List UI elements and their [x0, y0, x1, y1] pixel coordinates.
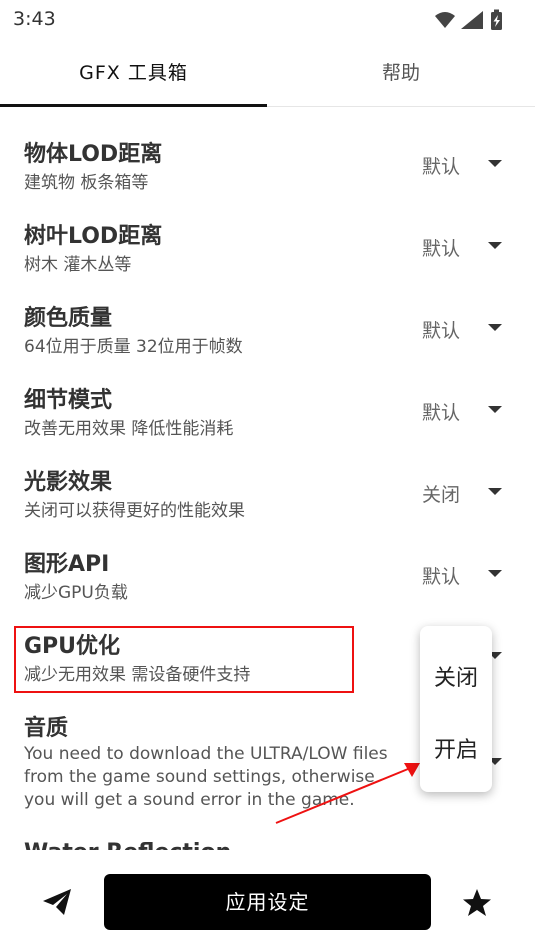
dropdown-arrow-icon[interactable]	[488, 160, 502, 167]
setting-detail-mode[interactable]: 细节模式 改善无用效果 降低性能消耗 默认	[0, 382, 535, 452]
dropdown-arrow-icon[interactable]	[488, 406, 502, 413]
setting-foliage-lod[interactable]: 树叶LOD距离 树木 灌木丛等 默认	[0, 218, 535, 288]
bottom-bar: 应用设定	[0, 850, 535, 951]
setting-value[interactable]: 默认	[422, 562, 460, 589]
dropdown-menu: 关闭 开启	[420, 626, 492, 792]
dropdown-arrow-icon[interactable]	[488, 488, 502, 495]
star-icon[interactable]	[462, 888, 492, 918]
setting-value[interactable]: 默认	[422, 398, 460, 425]
setting-graphics-api[interactable]: 图形API 减少GPU负载 默认	[0, 546, 535, 616]
status-time: 3:43	[13, 8, 56, 30]
setting-value[interactable]: 默认	[422, 152, 460, 179]
setting-value[interactable]: 关闭	[422, 480, 460, 507]
battery-icon	[491, 9, 502, 30]
tab-bar: GFX 工具箱 帮助	[0, 44, 535, 107]
setting-subtitle: 减少GPU负载	[24, 583, 128, 603]
setting-subtitle: 建筑物 板条箱等	[24, 173, 149, 193]
setting-title: 光影效果	[24, 470, 113, 495]
setting-title: 树叶LOD距离	[24, 224, 163, 249]
setting-value[interactable]: 默认	[422, 234, 460, 261]
tab-gfx-toolbox[interactable]: GFX 工具箱	[0, 44, 267, 106]
setting-title: Water Reflection	[24, 840, 231, 850]
apply-settings-button[interactable]: 应用设定	[104, 874, 431, 930]
annotation-arrow-icon	[275, 763, 420, 824]
active-tab-indicator	[0, 104, 267, 107]
setting-shadow-effects[interactable]: 光影效果 关闭可以获得更好的性能效果 关闭	[0, 464, 535, 534]
setting-title: 颜色质量	[24, 306, 113, 331]
setting-color-quality[interactable]: 颜色质量 64位用于质量 32位用于帧数 默认	[0, 300, 535, 370]
dropdown-arrow-icon[interactable]	[488, 570, 502, 577]
setting-title: 音质	[24, 716, 69, 741]
setting-subtitle: 改善无用效果 降低性能消耗	[24, 419, 234, 439]
setting-subtitle: 关闭可以获得更好的性能效果	[24, 501, 245, 521]
tab-help[interactable]: 帮助	[267, 44, 535, 106]
highlight-box	[14, 626, 354, 693]
setting-title: 物体LOD距离	[24, 142, 163, 167]
setting-value[interactable]: 默认	[422, 316, 460, 343]
status-bar: 3:43	[0, 0, 535, 38]
dropdown-arrow-icon[interactable]	[488, 242, 502, 249]
send-icon[interactable]	[42, 888, 72, 916]
signal-icon	[461, 11, 483, 29]
wifi-icon	[435, 12, 455, 28]
setting-subtitle: 64位用于质量 32位用于帧数	[24, 337, 243, 357]
dropdown-option-off[interactable]: 关闭	[420, 660, 492, 692]
dropdown-arrow-icon[interactable]	[488, 324, 502, 331]
setting-title: 细节模式	[24, 388, 113, 413]
setting-subtitle: 树木 灌木丛等	[24, 255, 132, 275]
dropdown-option-on[interactable]: 开启	[420, 732, 492, 764]
setting-water-reflection[interactable]: Water Reflection	[0, 840, 535, 850]
setting-object-lod[interactable]: 物体LOD距离 建筑物 板条箱等 默认	[0, 136, 535, 206]
setting-title: 图形API	[24, 552, 110, 577]
status-icons	[435, 9, 502, 30]
